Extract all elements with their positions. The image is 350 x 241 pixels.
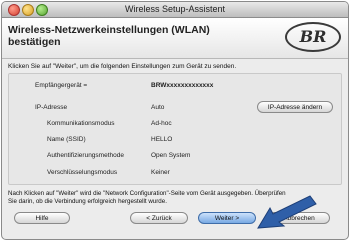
window-title: Wireless Setup-Assistent xyxy=(124,4,226,14)
next-button[interactable]: Weiter > xyxy=(198,212,256,224)
encryption-label: Verschlüsselungsmodus xyxy=(47,169,118,176)
receiver-value: BRWxxxxxxxxxxxxx xyxy=(151,82,214,89)
communication-mode-label: Kommunikationsmodus xyxy=(47,120,115,127)
ip-address-label: IP-Adresse xyxy=(35,104,68,111)
communication-mode-value: Ad-hoc xyxy=(151,120,172,127)
authentication-label: Authentifizierungsmethode xyxy=(47,152,124,159)
wizard-header: Wireless-Netzwerkeinstellungen (WLAN) be… xyxy=(2,18,348,59)
setup-assistant-window: Wireless Setup-Assistent Wireless-Netzwe… xyxy=(1,1,349,240)
instruction-text: Klicken Sie auf "Weiter", um die folgend… xyxy=(8,63,237,70)
ip-address-value: Auto xyxy=(151,104,165,111)
receiver-label: Empfängergerät = xyxy=(35,82,88,89)
authentication-value: Open System xyxy=(151,152,191,159)
settings-panel: Empfängergerät = BRWxxxxxxxxxxxxx IP-Adr… xyxy=(8,73,342,185)
brother-logo-text: BR xyxy=(299,27,327,46)
help-button[interactable]: Hilfe xyxy=(14,212,70,224)
brother-logo: BR xyxy=(285,22,341,52)
change-ip-address-button[interactable]: IP-Adresse ändern xyxy=(257,101,333,113)
encryption-value: Keiner xyxy=(151,169,170,176)
pointer-arrow-icon xyxy=(257,195,317,229)
back-button[interactable]: < Zurück xyxy=(130,212,188,224)
page-title-line1: Wireless-Netzwerkeinstellungen (WLAN) xyxy=(8,24,210,36)
page-title: Wireless-Netzwerkeinstellungen (WLAN) be… xyxy=(8,24,258,48)
page-title-line2: bestätigen xyxy=(8,36,61,48)
ssid-value: HELLO xyxy=(151,136,173,143)
ssid-label: Name (SSID) xyxy=(47,136,86,143)
title-bar: Wireless Setup-Assistent xyxy=(2,2,348,18)
